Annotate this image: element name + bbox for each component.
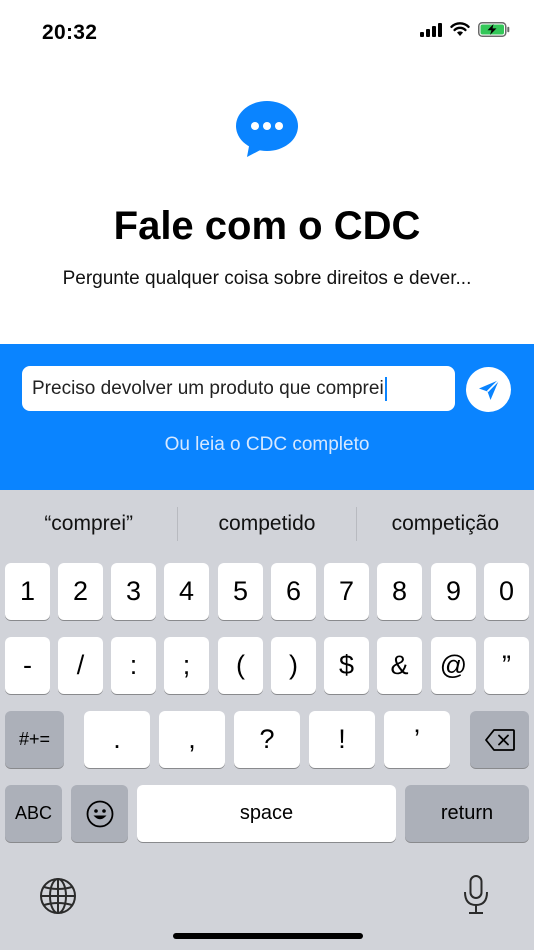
key-at[interactable]: @	[431, 637, 476, 694]
emoji-icon	[86, 800, 113, 827]
page-subtitle: Pergunte qualquer coisa sobre direitos e…	[62, 268, 472, 289]
page-title: Fale com o CDC	[113, 204, 421, 248]
key-slash[interactable]: /	[58, 637, 103, 694]
chat-bubble-icon	[236, 101, 298, 157]
key-comma[interactable]: ,	[159, 711, 225, 768]
message-input-value: Preciso devolver um produto que comprei	[32, 377, 384, 399]
key-2[interactable]: 2	[58, 563, 103, 620]
suggestion-item[interactable]: competido	[178, 512, 355, 536]
key-close-paren[interactable]: )	[271, 637, 316, 694]
space-key[interactable]: space	[137, 785, 396, 842]
emoji-key[interactable]	[71, 785, 128, 842]
key-symbols-switch[interactable]: #+=	[5, 711, 64, 768]
globe-icon[interactable]	[39, 877, 77, 915]
backspace-key[interactable]	[470, 711, 529, 768]
backspace-icon	[484, 728, 515, 751]
key-8[interactable]: 8	[377, 563, 422, 620]
return-key[interactable]: return	[405, 785, 529, 842]
key-abc[interactable]: ABC	[5, 785, 62, 842]
key-open-paren[interactable]: (	[218, 637, 263, 694]
composer-panel: Preciso devolver um produto que comprei …	[0, 344, 534, 490]
send-icon	[478, 378, 500, 400]
battery-charging-icon	[478, 22, 510, 37]
hero-section: Fale com o CDC Pergunte qualquer coisa s…	[0, 64, 534, 344]
key-3[interactable]: 3	[111, 563, 156, 620]
wifi-icon	[450, 22, 470, 36]
home-indicator	[173, 933, 363, 939]
key-6[interactable]: 6	[271, 563, 316, 620]
message-input[interactable]: Preciso devolver um produto que comprei	[22, 366, 455, 411]
key-7[interactable]: 7	[324, 563, 369, 620]
key-4[interactable]: 4	[164, 563, 209, 620]
key-period[interactable]: .	[84, 711, 150, 768]
keyboard: “comprei” competido competição 1 2 3 4 5…	[0, 490, 534, 950]
suggestion-bar: “comprei” competido competição	[0, 490, 534, 558]
key-ampersand[interactable]: &	[377, 637, 422, 694]
text-caret	[384, 376, 387, 401]
cellular-signal-icon	[420, 22, 442, 37]
read-full-cdc-link[interactable]: Ou leia o CDC completo	[0, 434, 534, 456]
key-question[interactable]: ?	[234, 711, 300, 768]
send-button[interactable]	[466, 367, 511, 412]
key-0[interactable]: 0	[484, 563, 529, 620]
suggestion-item[interactable]: “comprei”	[0, 512, 177, 536]
key-apostrophe[interactable]: ’	[384, 711, 450, 768]
key-dollar[interactable]: $	[324, 637, 369, 694]
key-quote[interactable]: ”	[484, 637, 529, 694]
suggestion-item[interactable]: competição	[357, 512, 534, 536]
status-icons	[420, 22, 510, 37]
key-exclamation[interactable]: !	[309, 711, 375, 768]
key-1[interactable]: 1	[5, 563, 50, 620]
key-semicolon[interactable]: ;	[164, 637, 209, 694]
key-colon[interactable]: :	[111, 637, 156, 694]
status-bar: 20:32	[0, 0, 534, 64]
microphone-icon[interactable]	[462, 875, 490, 915]
key-5[interactable]: 5	[218, 563, 263, 620]
clock: 20:32	[42, 21, 98, 44]
key-9[interactable]: 9	[431, 563, 476, 620]
key-hyphen[interactable]: -	[5, 637, 50, 694]
